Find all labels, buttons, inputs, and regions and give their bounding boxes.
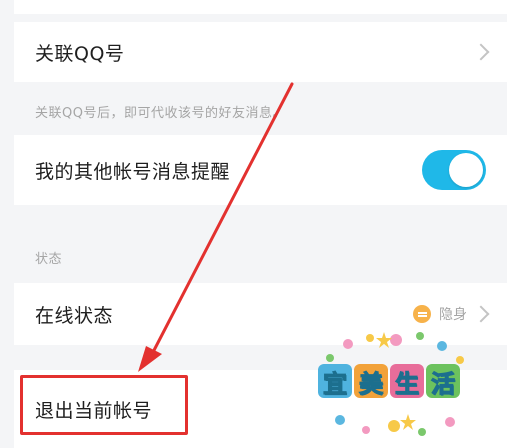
watermark-logo: 宜 美 生 活 xyxy=(300,330,480,440)
watermark-char: 宜 xyxy=(318,364,352,398)
watermark-text: 宜 美 生 活 xyxy=(318,364,460,398)
watermark-char: 生 xyxy=(390,364,424,398)
watermark-char: 活 xyxy=(426,364,460,398)
watermark-char: 美 xyxy=(354,364,388,398)
